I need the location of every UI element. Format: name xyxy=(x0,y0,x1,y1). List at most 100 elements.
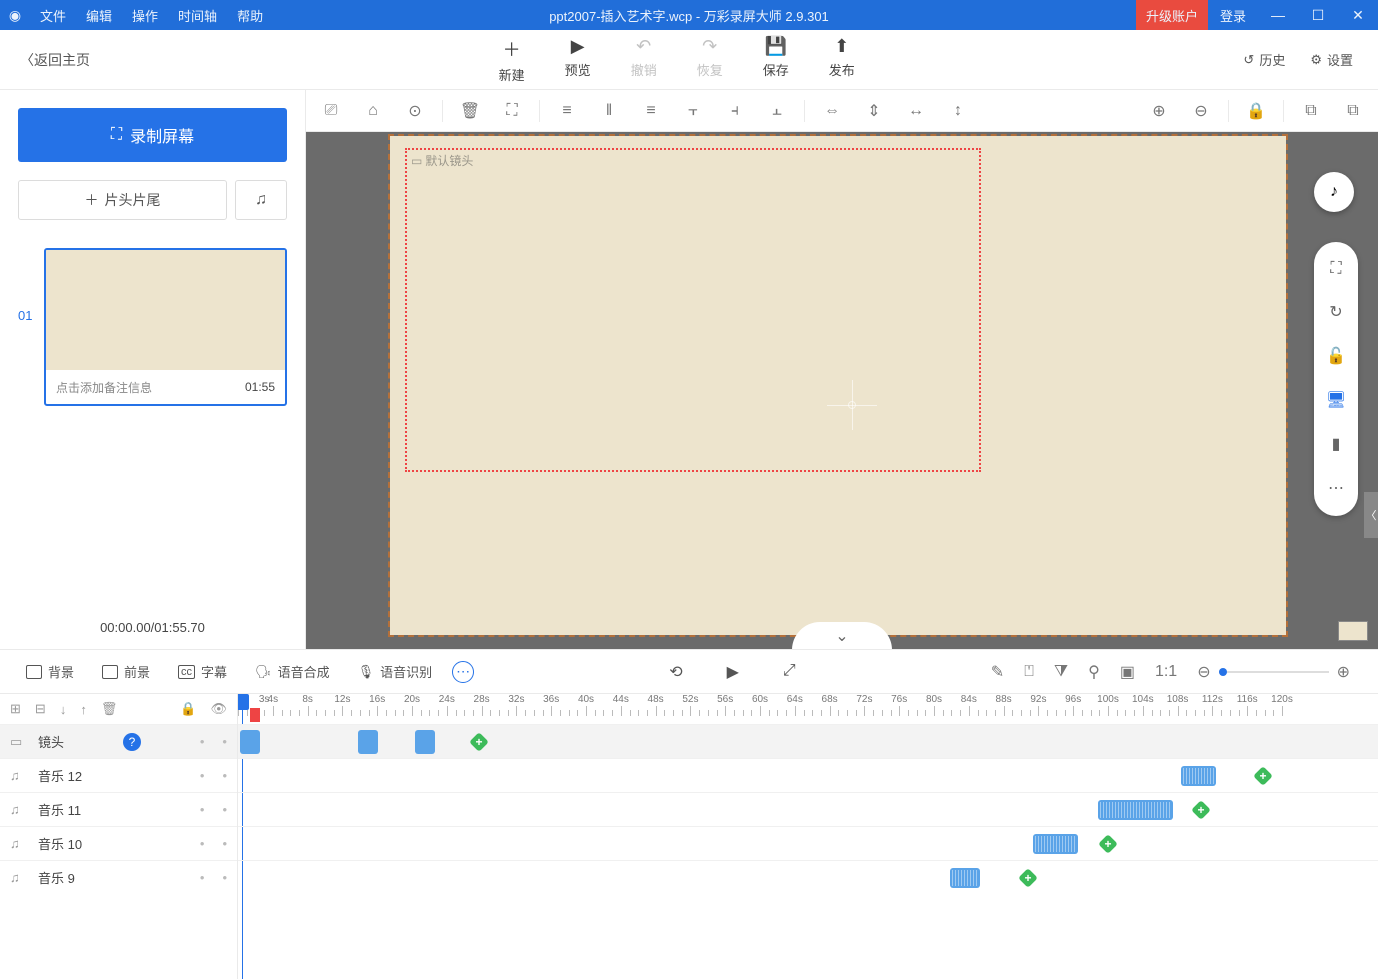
record-screen-button[interactable]: ⛶ 录制屏幕 xyxy=(18,108,287,162)
clip[interactable] xyxy=(358,730,378,754)
add-clip-button[interactable] xyxy=(1020,870,1036,886)
settings-button[interactable]: ⚙ 设置 xyxy=(1310,50,1353,69)
toolbar-新建[interactable]: ＋新建 xyxy=(499,36,525,84)
toolbar-发布[interactable]: ⬆发布 xyxy=(829,36,855,84)
add-clip-button[interactable] xyxy=(1100,836,1116,852)
back-home-button[interactable]: 〈 返回主页 xyxy=(0,50,110,70)
tab-background[interactable]: 背景 xyxy=(12,650,88,693)
expand-right-button[interactable]: 〈 xyxy=(1364,492,1378,538)
time-ruler[interactable]: 4s8s12s16s20s24s28s32s36s40s44s48s52s56s… xyxy=(238,694,1378,724)
add-clip-button[interactable] xyxy=(1255,768,1271,784)
music-fab-button[interactable]: ♪ xyxy=(1314,172,1354,212)
track-down-icon[interactable]: ↓ xyxy=(60,702,67,717)
audio-clip[interactable] xyxy=(1033,834,1078,854)
tab-asr[interactable]: 🎙语音识别 xyxy=(344,650,447,693)
toolbar-保存[interactable]: 💾保存 xyxy=(763,36,789,84)
mini-map[interactable] xyxy=(1338,621,1368,641)
lock-icon[interactable]: 🔒 xyxy=(1237,96,1275,126)
music-library-button[interactable]: ♫ xyxy=(235,180,287,220)
unlock-icon[interactable]: 🔓 xyxy=(1326,346,1346,366)
track-head-3[interactable]: ♫音乐 10•• xyxy=(0,826,237,860)
align-right-icon[interactable]: ≡ xyxy=(632,96,670,126)
menu-edit[interactable]: 编辑 xyxy=(76,0,122,31)
history-button[interactable]: ↺ 历史 xyxy=(1243,50,1285,69)
zoom-in-icon[interactable]: ⊕ xyxy=(1140,96,1178,126)
menu-file[interactable]: 文件 xyxy=(30,0,76,31)
align-middle-icon[interactable]: ⫞ xyxy=(716,96,754,126)
start-flag[interactable] xyxy=(250,708,260,722)
ratio-icon[interactable]: 1:1 xyxy=(1155,663,1177,681)
mobile-view-icon[interactable]: ▮ xyxy=(1332,434,1341,454)
scene-note-placeholder[interactable]: 点击添加备注信息 xyxy=(56,379,152,396)
size-h-icon[interactable]: ↕ xyxy=(939,96,977,126)
menu-timeline[interactable]: 时间轴 xyxy=(168,0,227,31)
filter-icon[interactable]: ⍞ xyxy=(1024,663,1034,681)
login-button[interactable]: 登录 xyxy=(1208,0,1258,30)
track-lane-1[interactable] xyxy=(238,758,1378,792)
align-center-icon[interactable]: ‖ xyxy=(590,96,628,126)
track-folder-icon[interactable]: ⊟ xyxy=(35,701,46,717)
paste-icon[interactable]: ⧉ xyxy=(1334,96,1372,126)
canvas[interactable]: ▭默认镜头 xyxy=(390,136,1286,635)
track-head-0[interactable]: ▭镜头?•• xyxy=(0,724,237,758)
align-bottom-icon[interactable]: ⫠ xyxy=(758,96,796,126)
help-icon[interactable]: ? xyxy=(123,733,141,751)
collapse-canvas-button[interactable]: ⌄ xyxy=(792,622,892,649)
desktop-view-icon[interactable]: 🖥 xyxy=(1326,390,1346,410)
close-button[interactable]: ✕ xyxy=(1338,0,1378,30)
align-left-icon[interactable]: ≡ xyxy=(548,96,586,126)
track-lane-0[interactable] xyxy=(238,724,1378,758)
rotate-icon[interactable]: ↻ xyxy=(1329,302,1342,322)
expand-button[interactable]: ⤢ xyxy=(783,662,796,682)
zoom-in-small-icon[interactable]: ⊕ xyxy=(1337,662,1350,682)
tab-subtitles[interactable]: cc字幕 xyxy=(164,650,241,693)
track-up-icon[interactable]: ↑ xyxy=(80,702,87,717)
zoom-out-icon[interactable]: ⊖ xyxy=(1182,96,1220,126)
track-lane-2[interactable] xyxy=(238,792,1378,826)
track-head-4[interactable]: ♫音乐 9•• xyxy=(0,860,237,894)
zoom-slider[interactable]: ⊖ ⊕ xyxy=(1197,662,1350,682)
tab-foreground[interactable]: 前景 xyxy=(88,650,164,693)
tab-tts[interactable]: 🗣语音合成 xyxy=(241,650,344,693)
shot-region[interactable]: ▭默认镜头 xyxy=(405,148,981,472)
track-lock-icon[interactable]: 🔒 xyxy=(180,701,196,717)
focus-icon[interactable]: ⛶ xyxy=(493,96,531,126)
minimize-button[interactable]: — xyxy=(1258,0,1298,30)
timeline-tracks[interactable]: 4s8s12s16s20s24s28s32s36s40s44s48s52s56s… xyxy=(238,694,1378,979)
adjust-icon[interactable]: ⚲ xyxy=(1088,662,1100,682)
play-button[interactable]: ▶ xyxy=(727,662,739,682)
distribute-v-icon[interactable]: ⇕ xyxy=(855,96,893,126)
funnel-icon[interactable]: ⧩ xyxy=(1054,663,1068,681)
toolbar-预览[interactable]: ▶预览 xyxy=(565,36,591,84)
rewind-button[interactable]: ⟲ xyxy=(669,662,682,682)
zoom-out-small-icon[interactable]: ⊖ xyxy=(1197,662,1210,682)
add-clip-button[interactable] xyxy=(471,734,487,750)
more-circle-icon[interactable]: ⊙ xyxy=(396,96,434,126)
add-clip-button[interactable] xyxy=(1193,802,1209,818)
audio-clip[interactable] xyxy=(1181,766,1216,786)
clip[interactable] xyxy=(240,730,260,754)
anchor-icon[interactable]: ⎚ xyxy=(312,96,350,126)
edit-tool-icon[interactable]: ✎ xyxy=(991,662,1004,682)
home-icon[interactable]: ⌂ xyxy=(354,96,392,126)
dock-more-icon[interactable]: ⋯ xyxy=(1328,478,1344,498)
crop-icon[interactable]: ▣ xyxy=(1120,662,1135,682)
track-head-2[interactable]: ♫音乐 11•• xyxy=(0,792,237,826)
track-head-1[interactable]: ♫音乐 12•• xyxy=(0,758,237,792)
copy-icon[interactable]: ⧉ xyxy=(1292,96,1330,126)
tabs-more-button[interactable]: ⋯ xyxy=(452,661,474,683)
menu-help[interactable]: 帮助 xyxy=(227,0,273,31)
scene-item[interactable]: 01 点击添加备注信息 01:55 xyxy=(18,248,287,406)
audio-clip[interactable] xyxy=(950,868,980,888)
align-top-icon[interactable]: ⫟ xyxy=(674,96,712,126)
canvas-stage[interactable]: ▭默认镜头 ♪ ⛶ ↻ 🔓 🖥 ▮ ⋯ 〈 ⌄ xyxy=(306,132,1378,649)
track-delete-icon[interactable]: 🗑 xyxy=(101,701,118,717)
titles-button[interactable]: ＋ 片头片尾 xyxy=(18,180,227,220)
track-lane-4[interactable] xyxy=(238,860,1378,894)
distribute-h-icon[interactable]: ⇔ xyxy=(813,96,851,126)
menu-operate[interactable]: 操作 xyxy=(122,0,168,31)
clip[interactable] xyxy=(415,730,435,754)
upgrade-button[interactable]: 升级账户 xyxy=(1136,0,1208,30)
trash-icon[interactable]: 🗑 xyxy=(451,96,489,126)
track-lane-3[interactable] xyxy=(238,826,1378,860)
